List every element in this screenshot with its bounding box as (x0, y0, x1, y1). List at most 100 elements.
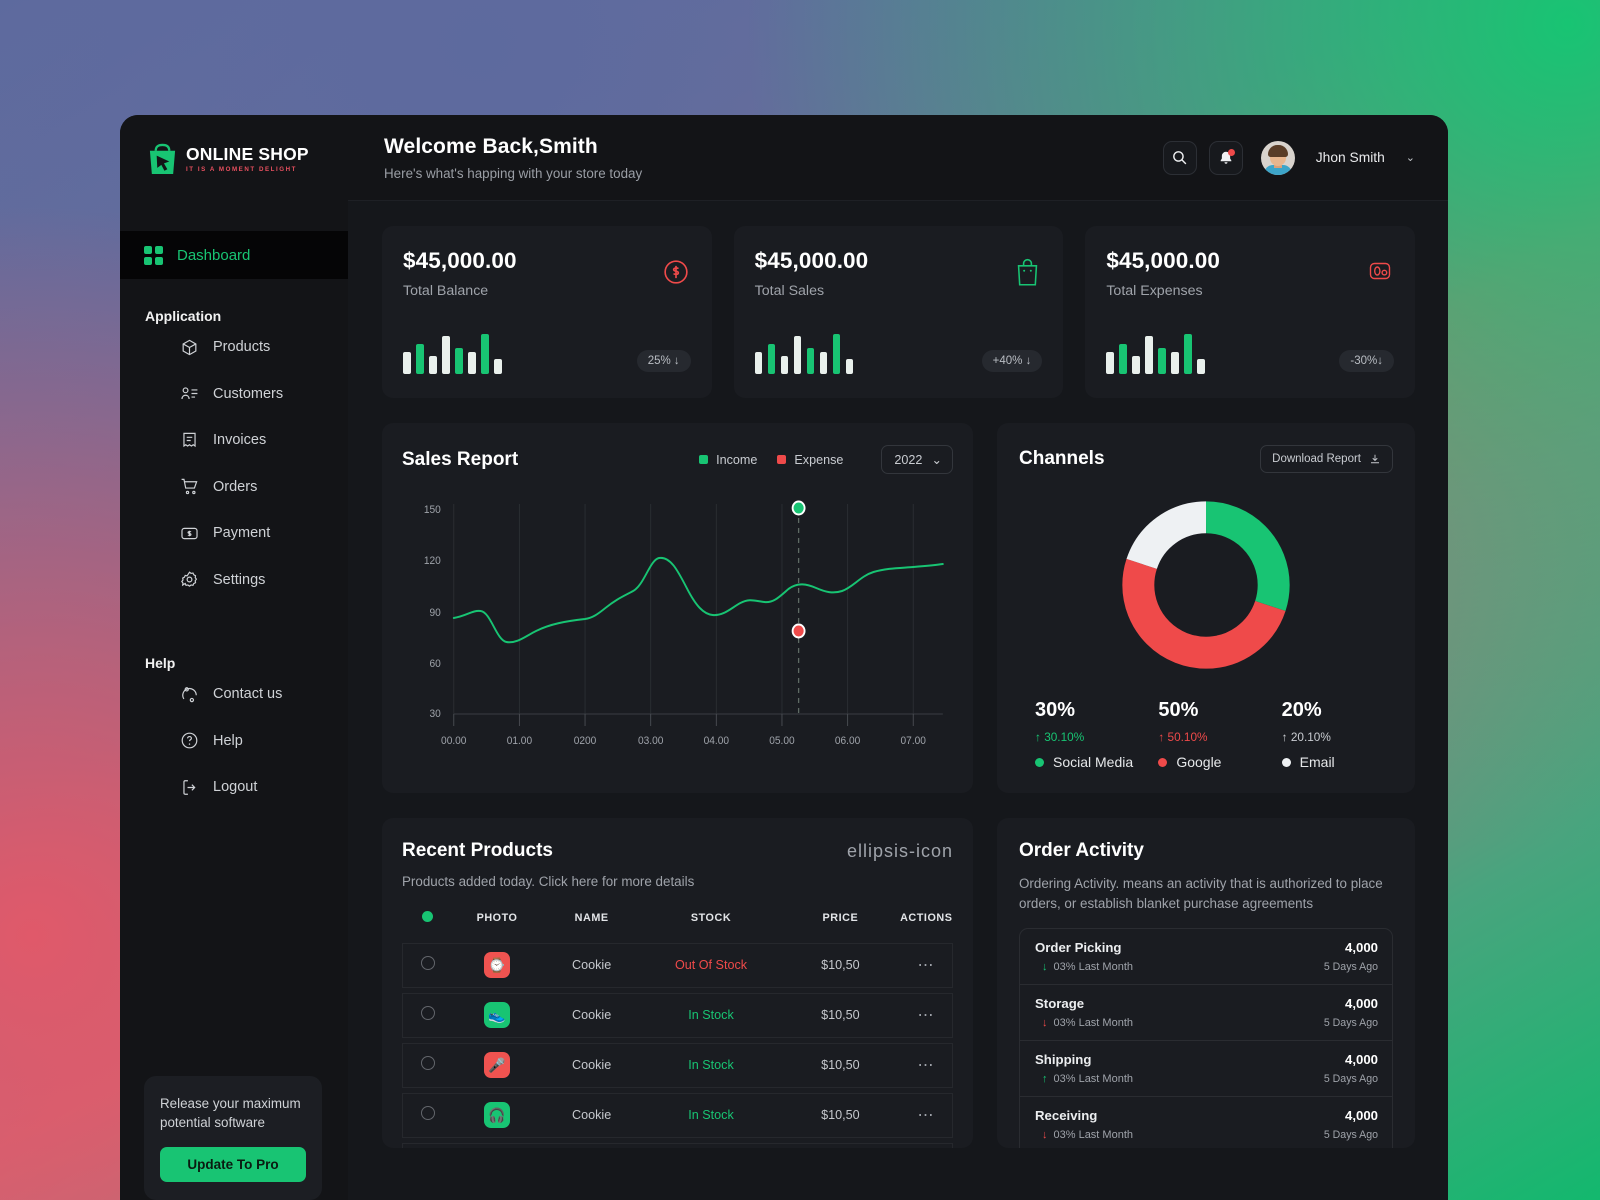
table-header-row: PHOTO NAME STOCK PRICE ACTIONS (403, 903, 953, 937)
product-price: $10,50 (780, 1092, 901, 1138)
stat-cards: $45,000.00 Total Balance 25% ↓ $45,000.0… (382, 226, 1416, 398)
sidebar-item-label: Orders (213, 478, 258, 495)
avatar[interactable] (1260, 140, 1295, 175)
sidebar-item-label: Logout (213, 779, 258, 796)
product-thumbnail: 👟 (484, 1002, 511, 1028)
sidebar-item-label: Customers (213, 385, 284, 402)
trend-arrow-icon: ↓ (1042, 1016, 1048, 1029)
row-actions-button[interactable]: ⋯ (900, 992, 954, 1038)
channel-name-row: Google (1158, 754, 1269, 770)
activity-row[interactable]: Receiving ↓ 03% Last Month 4,000 5 Days Ago (1020, 1097, 1392, 1148)
search-button[interactable] (1162, 140, 1197, 175)
recent-products-panel: Recent Products ellipsis-icon Products a… (382, 818, 973, 1148)
svg-text:05.00: 05.00 (769, 735, 795, 747)
year-select[interactable]: 2022 ⌄ (881, 445, 953, 474)
activity-name: Shipping (1035, 1052, 1092, 1068)
row-select-radio[interactable] (420, 1105, 435, 1120)
dollar-card-icon (181, 527, 198, 539)
sidebar-item-label: Contact us (213, 686, 283, 703)
activity-row[interactable]: Shipping ↑ 03% Last Month 4,000 5 Days Ago (1020, 1041, 1392, 1098)
stat-label: Total Expenses (1106, 283, 1203, 299)
product-stock-status: Out Of Stock (641, 942, 781, 988)
table-row[interactable]: 🎧 Cookie In Stock $10,50 ⋯ (402, 1092, 954, 1138)
arrow-up-icon: ↑ (1281, 730, 1288, 744)
channels-panel: Channels Download Report 30% ↑ 30.10% So… (997, 423, 1415, 793)
row-actions-button[interactable]: ⋯ (900, 1142, 954, 1148)
channel-name: Social Media (1053, 754, 1134, 770)
product-price: $10,50 (780, 992, 901, 1038)
activity-right: 4,000 5 Days Ago (1324, 996, 1378, 1029)
activity-name: Order Picking (1035, 940, 1122, 956)
stat-amount: $45,000.00 (403, 248, 517, 273)
sidebar-item-customers[interactable]: Customers (120, 371, 348, 418)
sidebar-item-label: Products (213, 339, 271, 356)
table-row[interactable]: 🎮CookieIn Stock$10,50⋯ (402, 1142, 954, 1148)
sidebar-item-orders[interactable]: Orders (120, 464, 348, 511)
stat-card-total-balance: $45,000.00 Total Balance 25% ↓ (382, 226, 712, 398)
dashboard-content: $45,000.00 Total Balance 25% ↓ $45,000.0… (348, 201, 1448, 1200)
row-actions-button[interactable]: ⋯ (900, 942, 954, 988)
expense-marker-point (791, 623, 806, 639)
activity-delta: ↑ 03% Last Month (1035, 1073, 1133, 1085)
column-actions: ACTIONS (900, 912, 953, 924)
stat-change-badge: +40% ↓ (981, 350, 1043, 372)
activity-row[interactable]: Order Picking ↓ 03% Last Month 4,000 5 Days … (1020, 929, 1392, 986)
panel-title: Order Activity (1019, 840, 1144, 861)
sidebar-item-label: Invoices (213, 432, 267, 449)
channel-percent: 30% (1035, 699, 1076, 721)
activity-row[interactable]: Storage ↓ 03% Last Month 4,000 5 Days Ago (1020, 985, 1392, 1042)
line-chart: 150 120 90 60 30 00.00 01.00 0200 03.00 04.00… (402, 488, 953, 765)
notifications-button[interactable] (1208, 140, 1243, 175)
products-table: PHOTO NAME STOCK PRICE ACTIONS ⌚ Cookie Ou… (402, 903, 954, 1148)
update-to-pro-button[interactable]: Update To Pro (160, 1147, 306, 1182)
sidebar-item-settings[interactable]: Settings (120, 557, 348, 604)
sidebar-item-invoices[interactable]: Invoices (120, 417, 348, 464)
table-row[interactable]: 👟 Cookie In Stock $10,50 ⋯ (402, 992, 954, 1038)
download-report-button[interactable]: Download Report (1260, 445, 1393, 473)
users-list-icon (181, 387, 198, 400)
chevron-down-icon: ⌄ (931, 453, 942, 467)
row-select-radio[interactable] (420, 1055, 435, 1070)
brand-title: ONLINE SHOP (186, 143, 309, 164)
ellipsis-icon[interactable]: ellipsis-icon (847, 842, 953, 860)
main-area: Welcome Back,Smith Here's what's happing… (348, 115, 1448, 1200)
row-select-radio[interactable] (420, 955, 435, 970)
column-stock: STOCK (690, 912, 732, 924)
row-actions-button[interactable]: ⋯ (900, 1042, 954, 1088)
panel-title: Channels (1019, 448, 1105, 469)
bottom-row: Recent Products ellipsis-icon Products a… (382, 818, 1415, 1148)
activity-delta-label: 03% Last Month (1053, 1073, 1134, 1086)
shopping-bag-cursor-icon (149, 143, 176, 175)
sidebar-item-logout[interactable]: Logout (120, 764, 348, 811)
order-activity-header: Order Activity (1019, 840, 1393, 862)
product-stock-status: In Stock (641, 1142, 781, 1148)
panel-title: Recent Products (402, 840, 553, 861)
stat-change-badge: 25% ↓ (636, 350, 691, 372)
recent-products-header: Recent Products ellipsis-icon (402, 840, 953, 862)
sales-report-header: Sales Report Income Expense 2022 ⌄ (402, 445, 953, 474)
table-row[interactable]: 🎤 Cookie In Stock $10,50 ⋯ (402, 1042, 954, 1088)
legend-label: Expense (794, 452, 844, 467)
product-name: Cookie (541, 1042, 642, 1088)
sidebar-item-products[interactable]: Products (120, 324, 348, 371)
table-row[interactable]: ⌚ Cookie Out Of Stock $10,50 ⋯ (402, 942, 954, 988)
select-all-header[interactable] (403, 903, 453, 937)
svg-text:03.00: 03.00 (638, 735, 664, 747)
sidebar-item-payment[interactable]: Payment (120, 510, 348, 557)
sidebar-item-dashboard[interactable]: Dashboard (120, 231, 348, 279)
order-activity-list: Order Picking ↓ 03% Last Month 4,000 5 Days … (1019, 928, 1393, 1148)
notification-badge (1227, 148, 1235, 156)
chevron-down-icon[interactable]: ⌄ (1406, 151, 1415, 164)
sidebar-item-help[interactable]: Help (120, 718, 348, 765)
row-select-radio[interactable] (420, 1005, 435, 1020)
row-actions-button[interactable]: ⋯ (900, 1092, 954, 1138)
box-icon (182, 339, 197, 356)
sidebar-item-contact-us[interactable]: Contact us (120, 671, 348, 718)
channel-name-row: Email (1281, 754, 1393, 770)
activity-delta-label: 03% Last Month (1053, 1129, 1134, 1142)
activity-timestamp: 5 Days Ago (1323, 1073, 1378, 1086)
brand-logo[interactable]: ONLINE SHOP IT IS A MOMENT DELIGHT (120, 115, 348, 176)
product-price: $10,50 (780, 1042, 901, 1088)
svg-text:60: 60 (430, 658, 441, 670)
product-thumbnail: 🎤 (484, 1052, 511, 1078)
